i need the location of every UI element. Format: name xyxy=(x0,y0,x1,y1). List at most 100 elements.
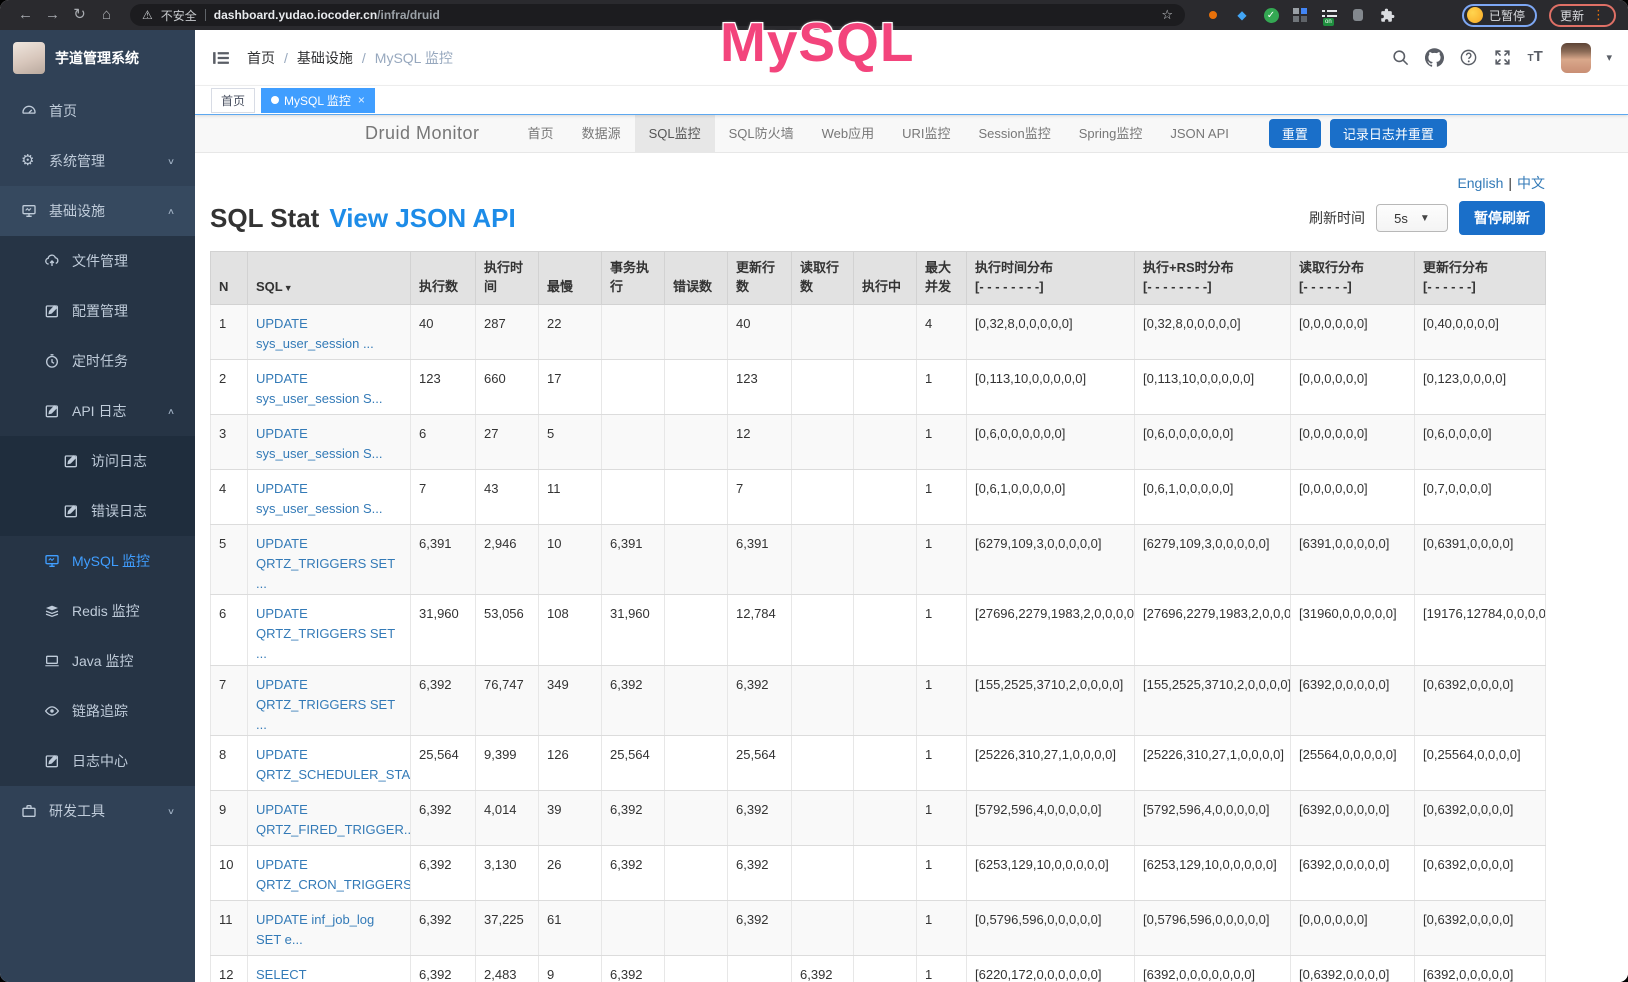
sidebar-item-3[interactable]: 基础设施∧ xyxy=(0,186,195,236)
sql-link[interactable]: UPDATE sys_user_session S... xyxy=(256,426,382,461)
log-and-reset-button[interactable]: 记录日志并重置 xyxy=(1330,119,1447,148)
redis-icon xyxy=(44,603,60,619)
sidebar-item-2[interactable]: ⚙系统管理∨ xyxy=(0,136,195,186)
github-icon[interactable] xyxy=(1425,48,1444,67)
sql-link[interactable]: UPDATE sys_user_session S... xyxy=(256,371,382,406)
druid-nav-数据源[interactable]: 数据源 xyxy=(568,115,635,153)
hamburger-icon[interactable] xyxy=(211,48,231,68)
column-header-执行时间[interactable]: 执行时间 xyxy=(476,252,539,305)
druid-nav-JSON API[interactable]: JSON API xyxy=(1156,115,1243,153)
sidebar-item-10[interactable]: MySQL 监控 xyxy=(0,536,195,586)
sidebar-item-14[interactable]: 日志中心 xyxy=(0,736,195,786)
cell xyxy=(854,735,917,790)
forward-icon[interactable]: → xyxy=(39,0,66,30)
sort-desc-icon[interactable]: ▼ xyxy=(284,283,293,293)
sql-link[interactable]: UPDATE QRTZ_FIRED_TRIGGER... xyxy=(256,802,411,837)
sidebar-item-label: 配置管理 xyxy=(72,301,128,321)
sql-link[interactable]: UPDATE sys_user_session S... xyxy=(256,481,382,516)
puzzle-icon[interactable] xyxy=(1379,7,1395,23)
sidebar-item-6[interactable]: 定时任务 xyxy=(0,336,195,386)
blue-gem-icon[interactable]: ◆ xyxy=(1234,7,1250,23)
column-header-最慢[interactable]: 最慢 xyxy=(539,252,602,305)
column-header-更新行分布[interactable]: 更新行分布[- - - - - -] xyxy=(1415,252,1546,305)
address-bar[interactable]: ⚠ 不安全 dashboard.yudao.iocoder.cn/infra/d… xyxy=(130,4,1185,26)
sidebar-item-12[interactable]: Java 监控 xyxy=(0,636,195,686)
sidebar-item-15[interactable]: 研发工具∨ xyxy=(0,786,195,836)
column-header-事务执行[interactable]: 事务执行 xyxy=(602,252,665,305)
view-json-api-link[interactable]: View JSON API xyxy=(329,203,515,234)
gray-dot-icon[interactable] xyxy=(1350,7,1366,23)
druid-nav-SQL防火墙[interactable]: SQL防火墙 xyxy=(715,115,808,153)
column-header-读取行分布[interactable]: 读取行分布[- - - - - -] xyxy=(1291,252,1415,305)
sql-link[interactable]: UPDATE QRTZ_TRIGGERS SET ... xyxy=(256,536,395,591)
druid-nav-SQL监控[interactable]: SQL监控 xyxy=(635,115,715,153)
sidebar-logo[interactable]: 芋道管理系统 xyxy=(0,30,195,86)
cell: [155,2525,3710,2,0,0,0,0] xyxy=(967,665,1135,735)
sidebar-item-11[interactable]: Redis 监控 xyxy=(0,586,195,636)
druid-nav-Session监控[interactable]: Session监控 xyxy=(965,115,1065,153)
column-header-执行数[interactable]: 执行数 xyxy=(411,252,476,305)
orange-donut-icon[interactable] xyxy=(1205,7,1221,23)
close-icon[interactable]: × xyxy=(358,93,365,107)
lang-english-link[interactable]: English xyxy=(1457,175,1503,191)
home-icon[interactable]: ⌂ xyxy=(93,0,120,30)
refresh-interval-select[interactable]: 5s ▼ xyxy=(1376,204,1448,232)
druid-nav-Spring监控[interactable]: Spring监控 xyxy=(1065,115,1157,153)
sidebar-item-9[interactable]: 错误日志 xyxy=(0,486,195,536)
sql-stat-table: NSQL▼执行数执行时间最慢事务执行错误数更新行数读取行数执行中最大并发执行时间… xyxy=(210,251,1546,982)
reset-button[interactable]: 重置 xyxy=(1269,119,1321,148)
cell: 1 xyxy=(917,790,967,845)
sidebar-item-8[interactable]: 访问日志 xyxy=(0,436,195,486)
column-header-最大并发[interactable]: 最大并发 xyxy=(917,252,967,305)
sql-link[interactable]: UPDATE QRTZ_TRIGGERS SET ... xyxy=(256,606,395,661)
breadcrumb-item[interactable]: 基础设施 xyxy=(297,48,353,68)
column-header-执行+RS时分布[interactable]: 执行+RS时分布[- - - - - - - -] xyxy=(1135,252,1291,305)
sidebar-item-13[interactable]: 链路追踪 xyxy=(0,686,195,736)
sidebar-item-1[interactable]: 首页 xyxy=(0,86,195,136)
pause-refresh-button[interactable]: 暂停刷新 xyxy=(1459,201,1545,235)
sql-link[interactable]: SELECT TRIGGER_STATE xyxy=(256,967,362,982)
cell: [0,6392,0,0,0,0] xyxy=(1415,900,1546,955)
sidebar-item-5[interactable]: 配置管理 xyxy=(0,286,195,336)
sql-link[interactable]: UPDATE inf_job_log SET e... xyxy=(256,912,374,947)
tab-首页[interactable]: 首页 xyxy=(211,88,255,113)
druid-nav-URI监控[interactable]: URI监控 xyxy=(888,115,964,153)
column-header-错误数[interactable]: 错误数 xyxy=(665,252,728,305)
profile-chip[interactable]: 已暂停 xyxy=(1462,4,1537,27)
bookmark-star-icon[interactable]: ☆ xyxy=(1161,7,1173,23)
search-icon[interactable] xyxy=(1391,48,1410,67)
help-icon[interactable] xyxy=(1459,48,1478,67)
cell: [0,0,0,0,0,0] xyxy=(1291,469,1415,524)
column-header-N[interactable]: N xyxy=(211,252,248,305)
column-header-SQL[interactable]: SQL▼ xyxy=(248,252,411,305)
user-avatar[interactable] xyxy=(1561,43,1591,73)
sql-link[interactable]: UPDATE sys_user_session ... xyxy=(256,316,374,351)
sidebar-item-7[interactable]: API 日志∧ xyxy=(0,386,195,436)
column-header-读取行数[interactable]: 读取行数 xyxy=(792,252,854,305)
lang-chinese-link[interactable]: 中文 xyxy=(1517,175,1545,191)
browser-update-button[interactable]: 更新 ⋮ xyxy=(1549,4,1616,27)
tab-MySQL 监控[interactable]: MySQL 监控× xyxy=(261,88,375,113)
chevron-down-icon[interactable]: ▾ xyxy=(1606,51,1612,64)
breadcrumb-item[interactable]: 首页 xyxy=(247,48,275,68)
list-on-icon[interactable]: on xyxy=(1321,7,1337,23)
druid-brand[interactable]: Druid Monitor xyxy=(365,123,480,144)
browser-menu-icon[interactable]: ⋮ xyxy=(1592,7,1605,23)
back-icon[interactable]: ← xyxy=(12,0,39,30)
druid-nav-首页[interactable]: 首页 xyxy=(514,115,568,153)
cell: 12 xyxy=(728,414,792,469)
fullscreen-icon[interactable] xyxy=(1493,48,1512,67)
sql-link[interactable]: UPDATE QRTZ_TRIGGERS SET ... xyxy=(256,677,395,732)
sql-link[interactable]: UPDATE QRTZ_CRON_TRIGGERS... xyxy=(256,857,411,892)
fontsize-icon[interactable]: TT xyxy=(1527,48,1546,67)
druid-nav-Web应用[interactable]: Web应用 xyxy=(808,115,889,153)
sql-link[interactable]: UPDATE QRTZ_SCHEDULER_STA... xyxy=(256,747,411,782)
column-header-执行中[interactable]: 执行中 xyxy=(854,252,917,305)
reload-icon[interactable]: ↻ xyxy=(66,0,93,30)
column-header-执行时间分布[interactable]: 执行时间分布[- - - - - - - -] xyxy=(967,252,1135,305)
url-text[interactable]: dashboard.yudao.iocoder.cn/infra/druid xyxy=(214,8,440,22)
squares-icon[interactable] xyxy=(1292,7,1308,23)
green-check-icon[interactable]: ✓ xyxy=(1263,7,1279,23)
sidebar-item-4[interactable]: 文件管理 xyxy=(0,236,195,286)
column-header-更新行数[interactable]: 更新行数 xyxy=(728,252,792,305)
